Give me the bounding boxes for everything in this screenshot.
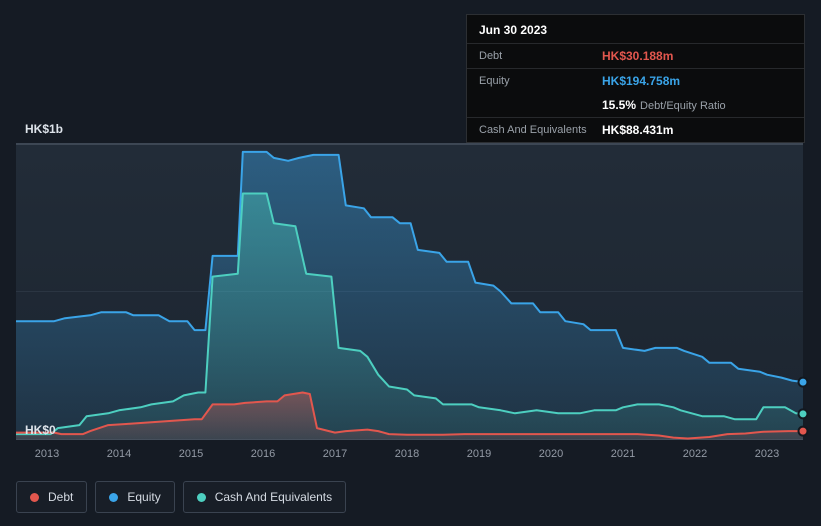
cash-end-marker[interactable] [797, 408, 809, 420]
tooltip-cash-value: HK$88.431m [602, 123, 674, 137]
tooltip-ratio-label: Debt/Equity Ratio [640, 100, 726, 112]
equity-legend-dot-icon [109, 492, 119, 502]
x-axis-tick: 2020 [538, 448, 564, 460]
chart-canvas[interactable] [16, 143, 809, 440]
tooltip-cash-label: Cash And Equivalents [479, 124, 587, 136]
tooltip-equity-value: HK$194.758m [602, 74, 681, 88]
tooltip-cash-row: Cash And Equivalents HK$88.431m [467, 117, 804, 142]
legend-debt-label: Debt [48, 490, 74, 504]
x-axis-tick: 2021 [610, 448, 636, 460]
x-axis: 2013 2014 2015 2016 2017 2018 2019 2020 2021 2022… [16, 448, 803, 464]
equity-end-marker[interactable] [797, 376, 809, 388]
tooltip-debt-label: Debt [479, 50, 503, 62]
x-axis-tick: 2014 [106, 448, 132, 460]
tooltip-equity-label: Equity [479, 75, 510, 87]
tooltip-ratio-value: 15.5% [602, 98, 637, 112]
legend-equity-label: Equity [127, 490, 161, 504]
x-axis-tick: 2022 [682, 448, 708, 460]
tooltip-equity-row: Equity HK$194.758m [467, 68, 804, 93]
tooltip-date: Jun 30 2023 [467, 15, 804, 44]
legend-item-debt[interactable]: Debt [16, 481, 88, 513]
tooltip-debt-value: HK$30.188m [602, 49, 674, 63]
tooltip-ratio-row: 15.5% Debt/Equity Ratio [467, 93, 804, 117]
legend-item-cash[interactable]: Cash And Equivalents [182, 481, 347, 513]
x-axis-tick: 2018 [394, 448, 420, 460]
legend-cash-label: Cash And Equivalents [214, 490, 333, 504]
chart-legend: Debt Equity Cash And Equivalents [16, 481, 347, 513]
debt-equity-history-chart[interactable] [16, 143, 809, 440]
x-axis-tick: 2015 [178, 448, 204, 460]
tooltip-debt-row: Debt HK$30.188m [467, 44, 804, 68]
chart-tooltip: Jun 30 2023 Debt HK$30.188m Equity HK$19… [466, 14, 805, 143]
debt-legend-dot-icon [30, 492, 39, 502]
x-axis-tick: 2023 [754, 448, 780, 460]
legend-item-equity[interactable]: Equity [95, 481, 175, 513]
x-axis-tick: 2019 [466, 448, 492, 460]
y-axis-label-top: HK$1b [25, 122, 64, 136]
debt-end-marker[interactable] [797, 425, 809, 437]
x-axis-tick: 2016 [250, 448, 276, 460]
x-axis-tick: 2017 [322, 448, 348, 460]
y-axis-label-bottom: HK$0 [25, 423, 56, 437]
cash-legend-dot-icon [196, 492, 206, 502]
x-axis-tick: 2013 [34, 448, 60, 460]
